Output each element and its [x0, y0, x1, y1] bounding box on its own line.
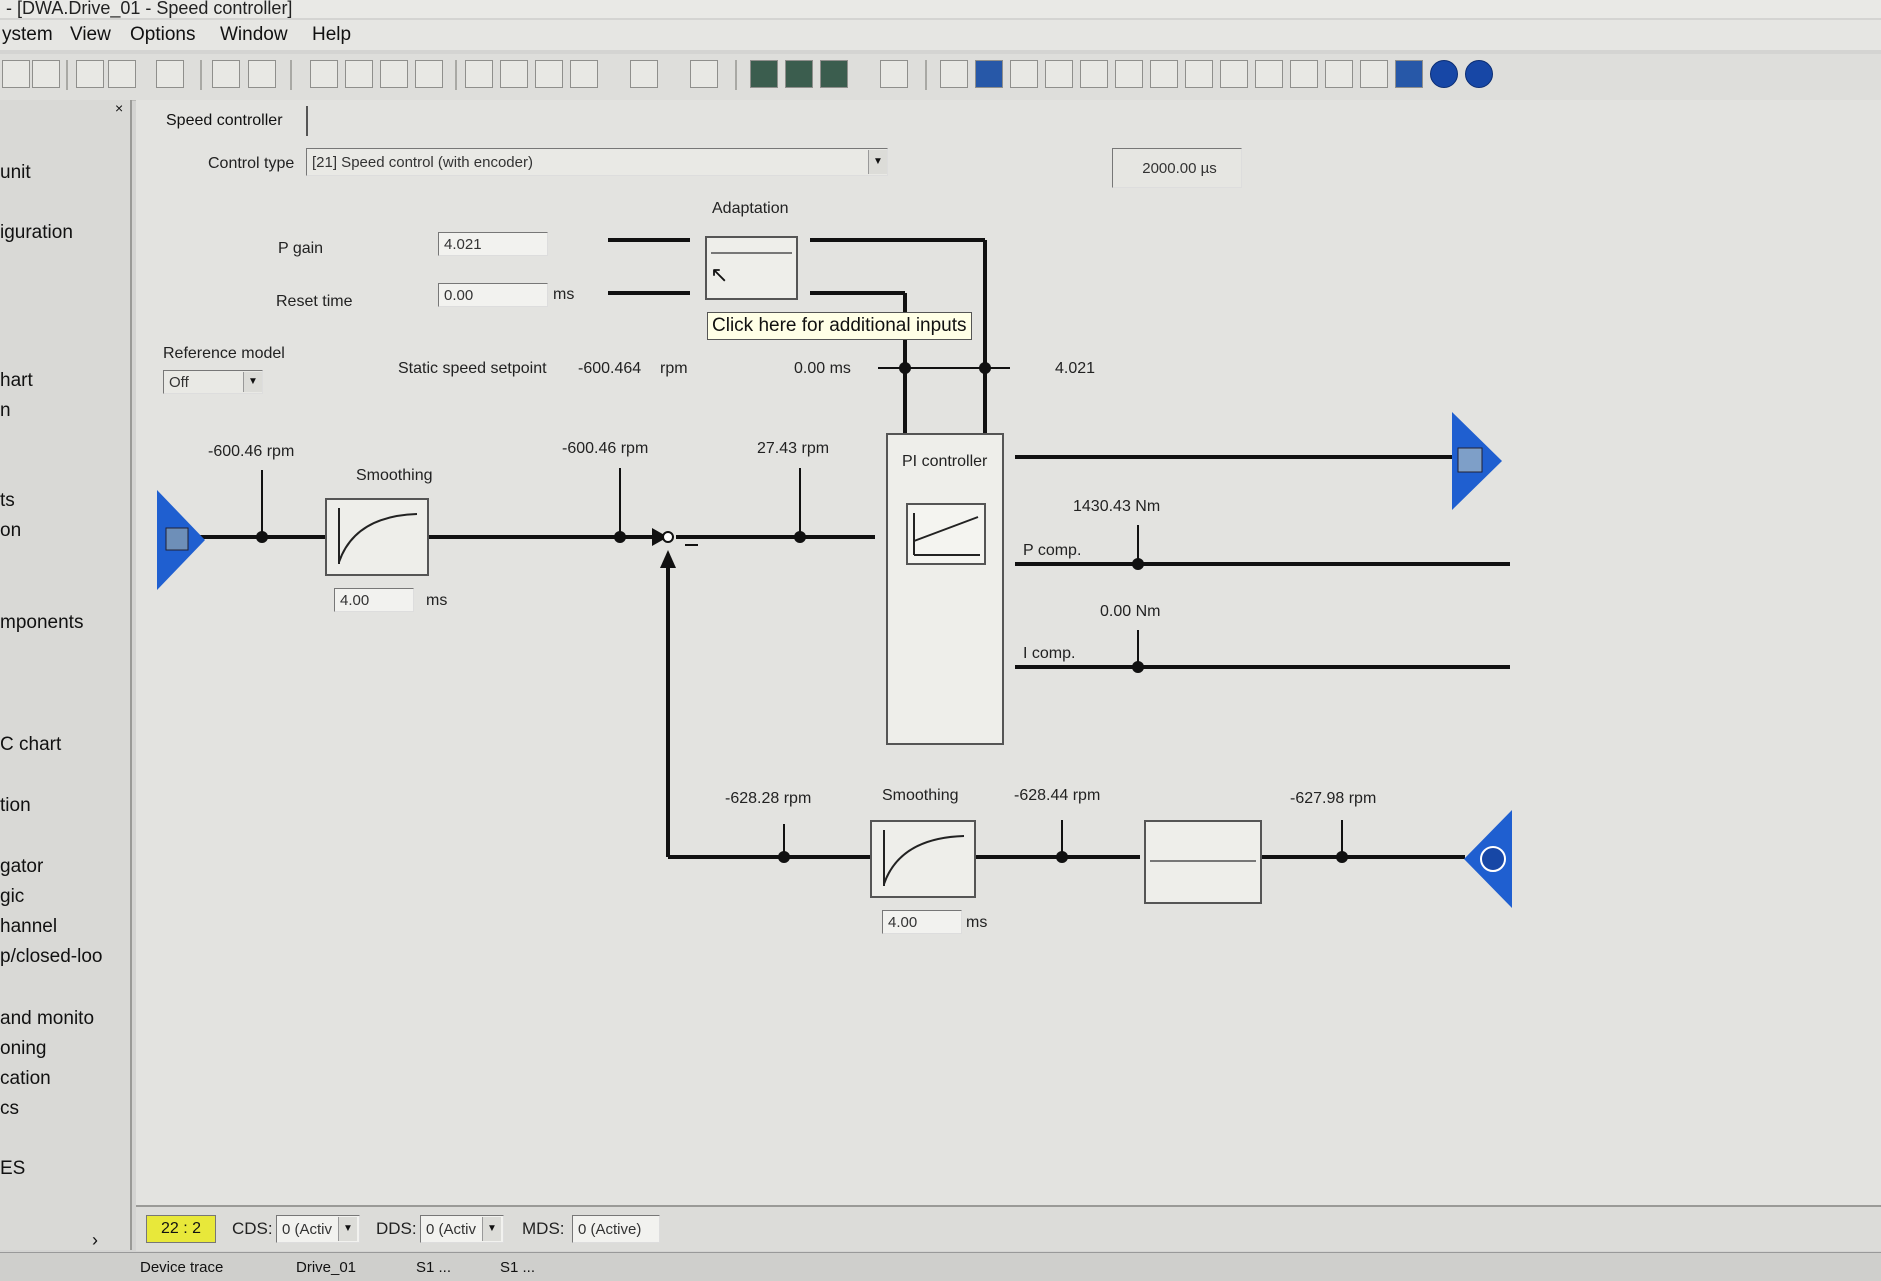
smoothing2-unit: ms [966, 914, 988, 931]
smoothing1-label: Smoothing [356, 467, 433, 484]
static-setpoint-label: Static speed setpoint [398, 360, 547, 377]
mds-label: MDS: [522, 1219, 565, 1238]
pi-controller-label: PI controller [902, 453, 988, 470]
chevron-down-icon[interactable]: ▼ [482, 1217, 501, 1241]
i-comp-label: I comp. [1023, 645, 1076, 662]
task-s1[interactable]: S1 ... [416, 1259, 451, 1276]
reset-time-label: Reset time [276, 293, 353, 310]
static-setpoint-unit: rpm [660, 360, 688, 377]
chevron-down-icon[interactable]: ▼ [868, 150, 887, 174]
smoothing1-unit: ms [426, 592, 448, 609]
status-bar: 22 : 2 CDS: 0 (Activ ▼ DDS: 0 (Activ ▼ M… [136, 1205, 1881, 1251]
sample-time-field: 2000.00 µs [1112, 148, 1242, 188]
actual-value-filter-block[interactable] [1144, 820, 1262, 904]
reset-time-input[interactable]: 0.00 [438, 283, 548, 307]
feedback-mid-value: -628.44 rpm [1014, 787, 1101, 804]
task-drive[interactable]: Drive_01 [296, 1259, 356, 1276]
tooltip: Click here for additional inputs [707, 312, 972, 340]
setpoint-in-value: -600.46 rpm [208, 443, 295, 460]
chevron-down-icon[interactable]: ▼ [338, 1217, 357, 1241]
cursor-icon: ↖ [710, 262, 729, 287]
smoothing1-time-input[interactable]: 4.00 [334, 588, 414, 612]
adaptation-label: Adaptation [712, 200, 789, 217]
torque-total-value: 1430.43 Nm [1073, 498, 1161, 515]
pi-controller-block[interactable]: PI controller [886, 433, 1004, 745]
static-setpoint-value: -600.464 [578, 360, 642, 377]
feedback-raw-value: -627.98 rpm [1290, 790, 1377, 807]
speed-error-value: 27.43 rpm [757, 440, 830, 457]
status-indicator: 22 : 2 [146, 1215, 216, 1243]
window-taskbar: Device trace Drive_01 S1 ... S1 ... [0, 1252, 1881, 1281]
cds-label: CDS: [232, 1219, 273, 1238]
reset-time-unit: ms [553, 286, 575, 303]
task-device-trace[interactable]: Device trace [140, 1259, 223, 1276]
dds-label: DDS: [376, 1219, 417, 1238]
i-comp-value: 0.00 Nm [1100, 603, 1161, 620]
p-gain-input[interactable]: 4.021 [438, 232, 548, 256]
control-type-select[interactable]: [21] Speed control (with encoder) [306, 148, 888, 176]
task-s1[interactable]: S1 ... [500, 1259, 535, 1276]
pi-characteristic-icon [906, 503, 986, 565]
reset-time-readout: 0.00 ms [794, 360, 851, 377]
reference-model-label: Reference model [163, 345, 285, 362]
setpoint-smoothing-block[interactable] [325, 498, 429, 576]
p-gain-label: P gain [278, 240, 324, 257]
smoothing2-time-input[interactable]: 4.00 [882, 910, 962, 934]
control-type-label: Control type [208, 155, 295, 172]
actual-value-smoothing-block[interactable] [870, 820, 976, 898]
feedback-filtered-value: -628.28 rpm [725, 790, 812, 807]
p-comp-label: P comp. [1023, 542, 1082, 559]
tab-speed-controller[interactable]: Speed controller [150, 106, 308, 136]
mds-field: 0 (Active) [572, 1215, 660, 1243]
smoothing2-label: Smoothing [882, 787, 959, 804]
p-gain-readout: 4.021 [1055, 360, 1096, 377]
chevron-down-icon[interactable]: ▼ [243, 372, 262, 392]
after-smoothing-value: -600.46 rpm [562, 440, 649, 457]
